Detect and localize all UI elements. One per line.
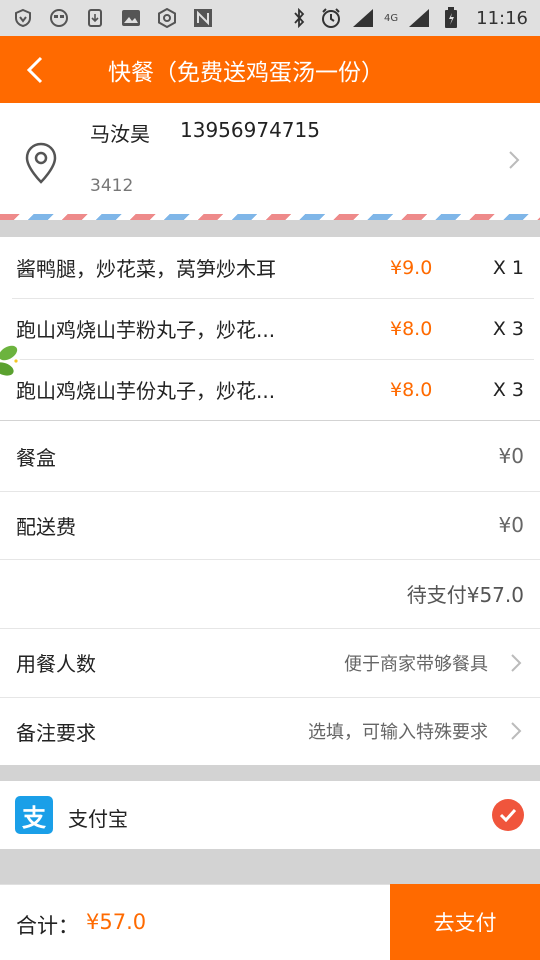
title-bar: 快餐（免费送鸡蛋汤一份） bbox=[0, 36, 540, 103]
box-fee-row: 餐盒 ¥0 bbox=[0, 421, 540, 491]
item-price: ¥8.0 bbox=[390, 378, 433, 401]
order-item: 跑山鸡烧山芋份丸子，炒花... ¥8.0 X 3 bbox=[0, 359, 540, 420]
wifi-signal-icon bbox=[352, 7, 374, 29]
pending-amount: 待支付¥57.0 bbox=[406, 583, 524, 607]
battery-icon bbox=[440, 7, 462, 29]
diners-row[interactable]: 用餐人数 便于商家带够餐具 bbox=[0, 628, 540, 697]
order-item: 酱鸭腿，炒花菜，莴笋炒木耳 ¥9.0 X 1 bbox=[0, 237, 540, 298]
cell-signal-icon bbox=[408, 7, 430, 29]
recipient-name: 马汝昊 bbox=[90, 122, 150, 146]
box-fee-value: ¥0 bbox=[498, 444, 524, 468]
recipient-phone: 13956974715 bbox=[180, 118, 320, 142]
payment-method-label: 支付宝 bbox=[68, 807, 128, 831]
remarks-hint: 选填，可输入特殊要求 bbox=[308, 722, 488, 743]
n-logo-icon bbox=[192, 7, 214, 29]
address-line: 3412 bbox=[90, 176, 134, 196]
network-type: 4G bbox=[384, 12, 399, 24]
clock: 11:16 bbox=[476, 7, 528, 29]
hexagon-icon bbox=[156, 7, 178, 29]
item-qty: X 1 bbox=[492, 256, 524, 279]
pending-row: 待支付¥57.0 bbox=[0, 559, 540, 628]
order-item: 跑山鸡烧山芋粉丸子，炒花... ¥8.0 X 3 bbox=[0, 298, 540, 359]
total-value: ¥57.0 bbox=[86, 910, 147, 934]
pay-button[interactable]: 去支付 bbox=[390, 884, 540, 960]
shield-icon bbox=[12, 7, 34, 29]
chevron-right-icon bbox=[511, 653, 522, 672]
delivery-fee-value: ¥0 bbox=[498, 513, 524, 537]
page-title: 快餐（免费送鸡蛋汤一份） bbox=[108, 59, 384, 86]
alarm-icon bbox=[320, 7, 342, 29]
delivery-fee-label: 配送费 bbox=[16, 514, 76, 539]
total-label: 合计： bbox=[16, 914, 79, 938]
selected-check-icon[interactable] bbox=[492, 799, 524, 831]
chevron-right-icon bbox=[511, 722, 522, 740]
back-button[interactable] bbox=[0, 36, 70, 103]
diners-hint: 便于商家带够餐具 bbox=[344, 653, 488, 675]
status-bar: 4G 11:16 bbox=[0, 0, 540, 36]
bluetooth-icon bbox=[288, 7, 310, 29]
diners-label: 用餐人数 bbox=[16, 652, 96, 676]
delivery-fee-row: 配送费 ¥0 bbox=[0, 491, 540, 559]
box-fee-label: 餐盒 bbox=[16, 445, 56, 470]
face-icon bbox=[48, 7, 70, 29]
airmail-divider bbox=[0, 214, 540, 220]
location-pin-icon bbox=[25, 142, 57, 184]
download-icon bbox=[84, 7, 106, 29]
item-price: ¥8.0 bbox=[390, 317, 433, 340]
alipay-icon: 支 bbox=[15, 796, 53, 834]
item-qty: X 3 bbox=[492, 317, 524, 340]
chevron-right-icon bbox=[509, 151, 520, 169]
back-arrow-icon bbox=[26, 56, 43, 83]
item-qty: X 3 bbox=[492, 378, 524, 401]
item-price: ¥9.0 bbox=[390, 256, 433, 279]
remarks-label: 备注要求 bbox=[16, 720, 96, 745]
leaf-decoration-icon bbox=[0, 345, 20, 382]
image-icon bbox=[120, 7, 142, 29]
item-name: 酱鸭腿，炒花菜，莴笋炒木耳 bbox=[16, 257, 276, 281]
remarks-row[interactable]: 备注要求 选填，可输入特殊要求 bbox=[0, 697, 540, 765]
item-name: 跑山鸡烧山芋份丸子，炒花... bbox=[16, 379, 276, 403]
item-name: 跑山鸡烧山芋粉丸子，炒花... bbox=[16, 318, 276, 342]
